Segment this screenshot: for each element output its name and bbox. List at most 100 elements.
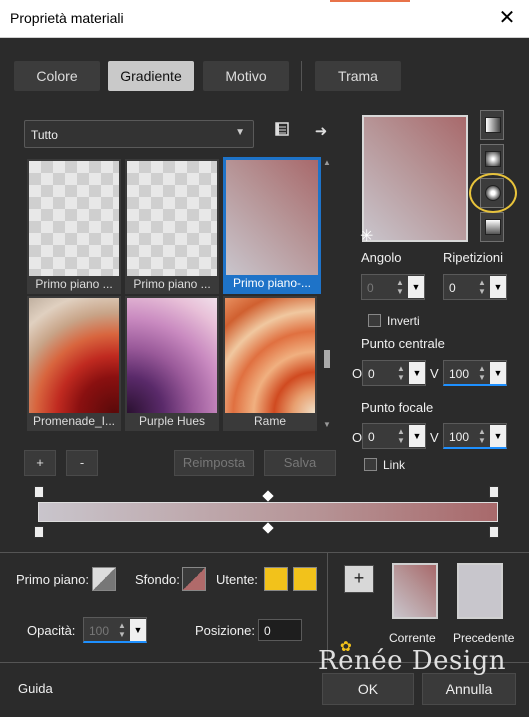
chevron-down-icon[interactable]: ▼ bbox=[490, 425, 506, 447]
gradient-preview bbox=[29, 161, 119, 276]
help-button[interactable]: Guida bbox=[18, 681, 53, 696]
focal-v-input[interactable]: 100 ▲ ▼ ▼ bbox=[443, 423, 507, 449]
angle-input[interactable]: 0 ▲ ▼ ▼ bbox=[361, 274, 425, 300]
repeat-value: 0 bbox=[449, 281, 456, 295]
center-o-input[interactable]: 0 ▲ ▼ ▼ bbox=[362, 360, 426, 386]
tab-gradiente[interactable]: Gradiente bbox=[108, 61, 194, 91]
library-filter-select[interactable]: Tutto ▼ bbox=[24, 120, 254, 148]
color-stop-right[interactable] bbox=[489, 526, 499, 538]
tab-colore[interactable]: Colore bbox=[14, 61, 100, 91]
opacity-input[interactable]: 100 ▲ ▼ ▼ bbox=[83, 617, 147, 643]
center-o-label: O bbox=[352, 366, 363, 381]
tab-trama[interactable]: Trama bbox=[315, 61, 401, 91]
spin-arrows-icon[interactable]: ▲ ▼ bbox=[395, 427, 407, 445]
gradient-item[interactable]: Purple Hues bbox=[125, 296, 219, 431]
tab-separator bbox=[301, 61, 302, 91]
add-gradient-button[interactable]: + bbox=[24, 450, 56, 476]
rectangular-gradient-icon bbox=[485, 151, 501, 167]
gradient-editor-bar[interactable] bbox=[38, 502, 498, 522]
top-midpoint-diamond[interactable] bbox=[262, 490, 274, 502]
crosshair-icon[interactable]: ✳ bbox=[360, 226, 373, 246]
top-left-stop-marker[interactable] bbox=[34, 486, 44, 498]
chevron-down-icon[interactable]: ▼ bbox=[490, 276, 506, 298]
scroll-up-icon[interactable]: ▲ bbox=[321, 158, 333, 168]
gradient-item-selected[interactable]: Primo piano-... bbox=[223, 157, 321, 294]
spin-arrows-icon[interactable]: ▲ ▼ bbox=[395, 364, 407, 382]
previous-preview[interactable] bbox=[457, 563, 503, 619]
spin-arrows-icon[interactable]: ▲ ▼ bbox=[476, 364, 488, 382]
position-value: 0 bbox=[264, 624, 271, 638]
link-checkbox[interactable] bbox=[364, 458, 377, 471]
gradient-item[interactable]: Rame bbox=[223, 296, 317, 431]
gradient-caption: Promenade_I... bbox=[32, 414, 116, 428]
save-button[interactable]: Salva bbox=[264, 450, 336, 476]
chevron-down-icon[interactable]: ▼ bbox=[409, 425, 425, 447]
foreground-swatch[interactable] bbox=[92, 567, 116, 591]
chevron-down-icon[interactable]: ▼ bbox=[408, 276, 424, 298]
gradient-caption: Rame bbox=[253, 414, 286, 428]
watermark-logo: Renée Design bbox=[318, 646, 507, 676]
chevron-down-icon[interactable]: ▼ bbox=[409, 362, 425, 384]
user-color-swatch[interactable] bbox=[264, 567, 288, 591]
tab-motivo[interactable]: Motivo bbox=[203, 61, 289, 91]
linear-gradient-icon bbox=[485, 117, 501, 133]
spin-arrows-icon[interactable]: ▲ ▼ bbox=[476, 427, 488, 445]
top-right-stop-marker[interactable] bbox=[489, 486, 499, 498]
focal-v-value: 100 bbox=[449, 430, 470, 444]
position-label: Posizione: bbox=[195, 623, 255, 638]
background-label: Sfondo: bbox=[135, 572, 180, 587]
center-point-label: Punto centrale bbox=[361, 336, 445, 351]
arrow-right-icon[interactable]: ➜ bbox=[309, 121, 333, 143]
foreground-label: Primo piano: bbox=[16, 572, 89, 587]
library-menu-icon[interactable] bbox=[270, 121, 294, 143]
scrollbar-thumb[interactable] bbox=[324, 350, 330, 368]
gradient-preview bbox=[225, 298, 315, 413]
gradient-preview-large[interactable] bbox=[362, 115, 468, 242]
chevron-down-icon[interactable]: ▼ bbox=[490, 362, 506, 384]
gradient-preview bbox=[127, 161, 217, 276]
chevron-down-icon: ▼ bbox=[235, 127, 245, 138]
scroll-down-icon[interactable]: ▼ bbox=[321, 420, 333, 430]
spin-arrows-icon[interactable]: ▲ ▼ bbox=[116, 621, 128, 639]
title-accent bbox=[330, 0, 410, 2]
gradient-item[interactable]: Primo piano ... bbox=[27, 159, 121, 294]
invert-checkbox[interactable] bbox=[368, 314, 381, 327]
color-stop-left[interactable] bbox=[34, 526, 44, 538]
current-preview bbox=[392, 563, 438, 619]
library-filter-value: Tutto bbox=[31, 128, 58, 142]
position-input[interactable]: 0 bbox=[258, 619, 302, 641]
library-scrollbar[interactable] bbox=[322, 158, 332, 430]
cancel-button[interactable]: Annulla bbox=[422, 673, 516, 705]
gradient-caption: Primo piano ... bbox=[35, 277, 113, 291]
bottom-midpoint-diamond[interactable] bbox=[262, 522, 274, 534]
add-swatch-button[interactable]: + bbox=[344, 565, 374, 593]
gradient-item[interactable]: Primo piano ... bbox=[125, 159, 219, 294]
linear-style-button[interactable] bbox=[480, 110, 504, 140]
background-swatch[interactable] bbox=[182, 567, 206, 591]
gradient-item[interactable]: Promenade_I... bbox=[27, 296, 121, 431]
current-label: Corrente bbox=[389, 631, 436, 645]
repeat-input[interactable]: 0 ▲ ▼ ▼ bbox=[443, 274, 507, 300]
angle-label: Angolo bbox=[361, 250, 402, 265]
remove-gradient-button[interactable]: - bbox=[66, 450, 98, 476]
title-bar: Proprietà materiali ✕ bbox=[0, 0, 529, 38]
ok-button[interactable]: OK bbox=[322, 673, 414, 705]
gradient-caption: Primo piano-... bbox=[232, 276, 312, 290]
chevron-down-icon[interactable]: ▼ bbox=[130, 619, 146, 641]
focal-o-input[interactable]: 0 ▲ ▼ ▼ bbox=[362, 423, 426, 449]
divider bbox=[0, 552, 529, 553]
spin-arrows-icon[interactable]: ▲ ▼ bbox=[394, 278, 406, 296]
opacity-value: 100 bbox=[89, 624, 110, 638]
reset-button[interactable]: Reimposta bbox=[174, 450, 254, 476]
focal-o-label: O bbox=[352, 430, 363, 445]
close-button[interactable]: ✕ bbox=[492, 4, 522, 32]
user-color-swatch-2[interactable] bbox=[293, 567, 317, 591]
center-v-input[interactable]: 100 ▲ ▼ ▼ bbox=[443, 360, 507, 386]
radial-style-button[interactable] bbox=[480, 212, 504, 242]
spin-arrows-icon[interactable]: ▲ ▼ bbox=[476, 278, 488, 296]
gradient-preview bbox=[127, 298, 217, 413]
center-v-value: 100 bbox=[449, 367, 470, 381]
center-o-value: 0 bbox=[368, 367, 375, 381]
rectangular-style-button[interactable] bbox=[480, 144, 504, 174]
center-v-label: V bbox=[430, 366, 439, 381]
